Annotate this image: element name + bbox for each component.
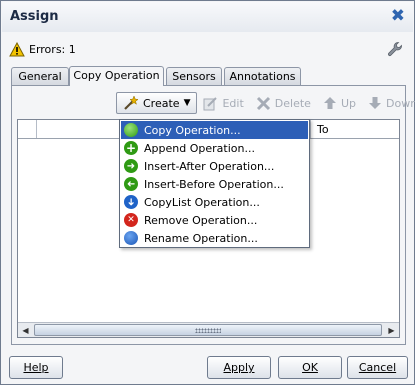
cancel-button[interactable]: Cancel [347,356,408,379]
green-left-arrow-icon: ➜ [124,177,138,191]
dialog-footer: Help Apply OK Cancel [2,348,413,385]
create-menu: Copy Operation... + Append Operation... … [119,119,310,248]
menu-item-append-operation[interactable]: + Append Operation... [121,139,308,157]
down-button[interactable]: Down [362,92,415,114]
errors-indicator: Errors: 1 [9,41,76,57]
tab-annotations[interactable]: Annotations [224,67,301,85]
up-arrow-icon [323,97,336,109]
down-label: Down [386,96,415,110]
apply-button[interactable]: Apply [207,356,271,379]
edit-icon [203,96,218,110]
tab-sensors[interactable]: Sensors [166,67,222,85]
warning-icon [9,41,25,56]
ok-button[interactable]: OK [278,356,342,379]
edit-label: Edit [222,96,244,110]
apply-label: Apply [223,361,255,374]
tab-label: Copy Operation [73,69,160,82]
dialog-titlebar: Assign ✖ [2,2,413,32]
wand-icon [124,95,139,110]
menu-item-label: Insert-After Operation... [144,159,275,173]
scrollbar-thumb[interactable] [34,324,382,336]
chevron-down-icon: ▼ [183,98,191,108]
operations-toolbar: Create ▼ Edit Delete Up Down [116,91,415,115]
blue-down-arrow-icon: ➜ [124,195,138,209]
help-button[interactable]: Help [9,356,63,379]
menu-item-label: Remove Operation... [144,213,258,227]
menu-item-label: Rename Operation... [144,231,258,245]
green-plus-icon: + [124,141,138,155]
create-button[interactable]: Create ▼ [116,92,198,114]
close-icon[interactable]: ✖ [391,7,405,25]
tab-copy-operation[interactable]: Copy Operation [69,66,164,86]
menu-item-label: Insert-Before Operation... [144,177,284,191]
tab-label: Annotations [229,70,296,83]
assign-dialog: Assign ✖ Errors: 1 General Copy Operatio… [0,0,415,385]
menu-item-remove-operation[interactable]: ✕ Remove Operation... [121,211,308,229]
column-header[interactable] [18,120,37,138]
menu-item-insert-before-operation[interactable]: ➜ Insert-Before Operation... [121,175,308,193]
menu-item-insert-after-operation[interactable]: ➜ Insert-After Operation... [121,157,308,175]
red-x-icon: ✕ [124,213,138,227]
up-button[interactable]: Up [317,92,362,114]
menu-item-rename-operation[interactable]: Rename Operation... [121,229,308,247]
wrench-icon[interactable] [386,40,404,58]
delete-button[interactable]: Delete [250,92,317,114]
scroll-left-icon[interactable]: ◀ [18,323,33,337]
menu-item-label: Copy Operation... [144,123,241,137]
tab-label: General [18,70,62,83]
column-header-to[interactable]: To [311,120,399,138]
cancel-label: Cancel [358,361,397,374]
tab-label: Sensors [172,70,216,83]
menu-item-copylist-operation[interactable]: ➜ CopyList Operation... [121,193,308,211]
delete-label: Delete [274,96,311,110]
ok-label: OK [302,361,318,374]
create-label: Create [143,96,180,110]
green-right-arrow-icon: ➜ [124,159,138,173]
dialog-title: Assign [10,9,59,24]
blue-circle-icon [124,231,138,245]
menu-item-label: CopyList Operation... [144,195,260,209]
scroll-right-icon[interactable]: ▶ [384,323,399,337]
tab-general[interactable]: General [11,67,69,85]
grip-icon [195,328,221,333]
menu-item-copy-operation[interactable]: Copy Operation... [121,121,308,139]
menu-item-label: Append Operation... [144,141,255,155]
errors-text: Errors: 1 [29,42,76,56]
help-label: Help [23,361,49,374]
down-arrow-icon [369,97,381,109]
horizontal-scrollbar[interactable]: ◀ ▶ [18,322,399,337]
green-circle-icon [124,123,138,137]
edit-button[interactable]: Edit [197,92,249,114]
delete-icon [256,96,270,110]
up-label: Up [340,96,356,110]
